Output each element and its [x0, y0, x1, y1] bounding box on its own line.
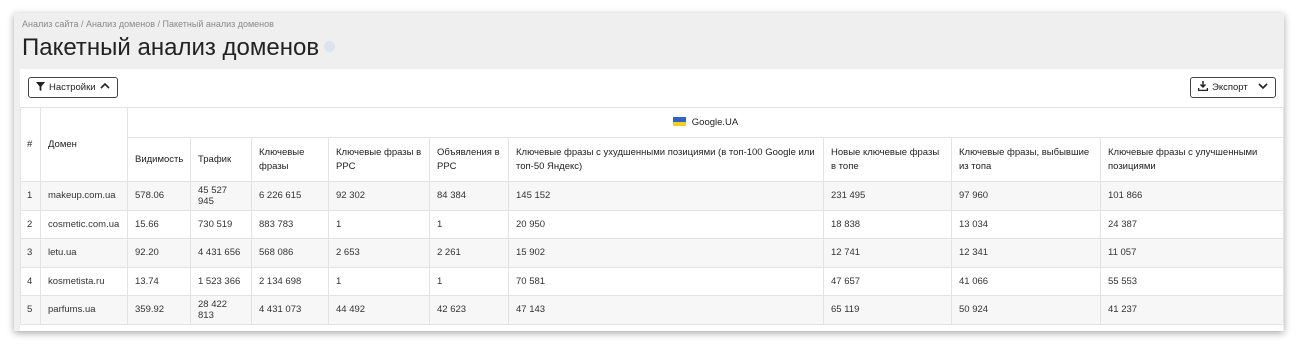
- table-cell: 47 657: [823, 266, 952, 296]
- table-cell: 44 492: [328, 295, 430, 325]
- table-cell: 1 523 366: [190, 266, 252, 296]
- table-cell: 15 902: [508, 238, 824, 268]
- table-cell: 883 783: [251, 209, 329, 239]
- column-header[interactable]: Ключевые фразы с ухудшенными позициями (…: [508, 137, 824, 182]
- index-header: #: [20, 107, 41, 182]
- table-cell: 20 950: [508, 209, 824, 239]
- table-row: 1 makeup.com.ua 578.06 45 527 945 6 226 615 9…: [20, 181, 1284, 211]
- table-cell: 24 387: [1099, 209, 1284, 239]
- table-cell: 568 086: [251, 238, 329, 268]
- column-header[interactable]: Ключевые фразы с улучшенными позициями: [1099, 137, 1284, 182]
- domains-table: # Домен Google.UA Видимость Трафик Ключевы…: [20, 107, 1284, 325]
- table-cell: 2 261: [429, 238, 509, 268]
- table-cell: 578.06: [127, 181, 191, 211]
- table-cell: 11 057: [1099, 238, 1284, 268]
- table-cell: 730 519: [190, 209, 252, 239]
- table-cell: 50 924: [951, 295, 1101, 325]
- domains-table-wrapper: # Домен Google.UA Видимость Трафик Ключевы…: [20, 107, 1284, 325]
- row-index: 3: [20, 238, 41, 268]
- table-cell: 4 431 656: [190, 238, 252, 268]
- table-cell: 42 623: [429, 295, 509, 325]
- row-index: 2: [20, 209, 41, 239]
- table-cell: 84 384: [429, 181, 509, 211]
- export-label: Экспорт: [1212, 82, 1248, 93]
- table-cell: 65 119: [823, 295, 952, 325]
- table-cell: 45 527 945: [190, 181, 252, 211]
- table-cell: 2 653: [328, 238, 430, 268]
- table-cell: 101 866: [1099, 181, 1284, 211]
- table-cell: 28 422 813: [190, 295, 252, 325]
- table-cell: 41 066: [951, 266, 1101, 296]
- table-cell: 18 838: [823, 209, 952, 239]
- table-cell: 92.20: [127, 238, 191, 268]
- domain-cell[interactable]: letu.ua: [40, 238, 128, 268]
- results-panel: Настройки Экспорт # Домен Google.UA Види…: [20, 69, 1284, 331]
- settings-label: Настройки: [49, 82, 96, 93]
- table-cell: 6 226 615: [251, 181, 329, 211]
- table-cell: 13 034: [951, 209, 1101, 239]
- column-header[interactable]: Объявления в PPC: [429, 137, 509, 182]
- table-cell: 231 495: [823, 181, 952, 211]
- breadcrumb[interactable]: Анализ сайта / Анализ доменов / Пакетный…: [22, 19, 274, 29]
- table-cell: 13.74: [127, 266, 191, 296]
- export-button[interactable]: Экспорт: [1190, 77, 1276, 98]
- domain-cell[interactable]: kosmetista.ru: [40, 266, 128, 296]
- table-cell: 359.92: [127, 295, 191, 325]
- info-icon[interactable]: [324, 41, 336, 53]
- table-cell: 15.66: [127, 209, 191, 239]
- table-cell: 4 431 073: [251, 295, 329, 325]
- row-index: 4: [20, 266, 41, 296]
- table-cell: 1: [429, 209, 509, 239]
- chevron-down-icon: [1258, 82, 1268, 93]
- table-cell: 47 143: [508, 295, 824, 325]
- domain-cell[interactable]: cosmetic.com.ua: [40, 209, 128, 239]
- table-cell: 1: [328, 209, 430, 239]
- chevron-up-icon: [100, 82, 110, 93]
- table-cell: 41 237: [1099, 295, 1284, 325]
- table-cell: 145 152: [508, 181, 824, 211]
- table-cell: 12 341: [951, 238, 1101, 268]
- row-index: 5: [20, 295, 41, 325]
- engine-label: Google.UA: [691, 116, 739, 128]
- table-row: 4 kosmetista.ru 13.74 1 523 366 2 134 698 1 1 7…: [20, 266, 1284, 296]
- table-cell: 70 581: [508, 266, 824, 296]
- column-header[interactable]: Ключевые фразы: [251, 137, 329, 182]
- filter-icon: [36, 81, 45, 94]
- table-cell: 1: [328, 266, 430, 296]
- settings-button[interactable]: Настройки: [28, 77, 118, 98]
- column-header[interactable]: Видимость: [127, 137, 191, 182]
- row-index: 1: [20, 181, 41, 211]
- domain-cell[interactable]: parfums.ua: [40, 295, 128, 325]
- column-header[interactable]: Ключевые фразы в PPC: [328, 137, 430, 182]
- page-title: Пакетный анализ доменов: [22, 34, 336, 62]
- column-header[interactable]: Трафик: [190, 137, 252, 182]
- column-header[interactable]: Ключевые фразы, выбывшие из топа: [951, 137, 1101, 182]
- download-icon: [1197, 81, 1209, 94]
- table-cell: 12 741: [823, 238, 952, 268]
- table-cell: 55 553: [1099, 266, 1284, 296]
- column-header[interactable]: Новые ключевые фразы в топе: [823, 137, 952, 182]
- table-row: 2 cosmetic.com.ua 15.66 730 519 883 783 1 1 20 …: [20, 209, 1284, 239]
- page-title-text: Пакетный анализ доменов: [22, 34, 320, 61]
- export-button-content: Экспорт: [1197, 81, 1248, 94]
- table-cell: 1: [429, 266, 509, 296]
- table-cell: 92 302: [328, 181, 430, 211]
- engine-header: Google.UA: [126, 107, 1284, 138]
- table-row: 3 letu.ua 92.20 4 431 656 568 086 2 653 2 261 1…: [20, 238, 1284, 268]
- app-window: Анализ сайта / Анализ доменов / Пакетный…: [14, 13, 1284, 331]
- domain-header[interactable]: Домен: [40, 107, 128, 182]
- table-row: 5 parfums.ua 359.92 28 422 813 4 431 073 44 4…: [20, 295, 1284, 325]
- ukraine-flag-icon: [672, 117, 686, 127]
- table-cell: 2 134 698: [251, 266, 329, 296]
- domain-cell[interactable]: makeup.com.ua: [40, 181, 128, 211]
- table-cell: 97 960: [951, 181, 1101, 211]
